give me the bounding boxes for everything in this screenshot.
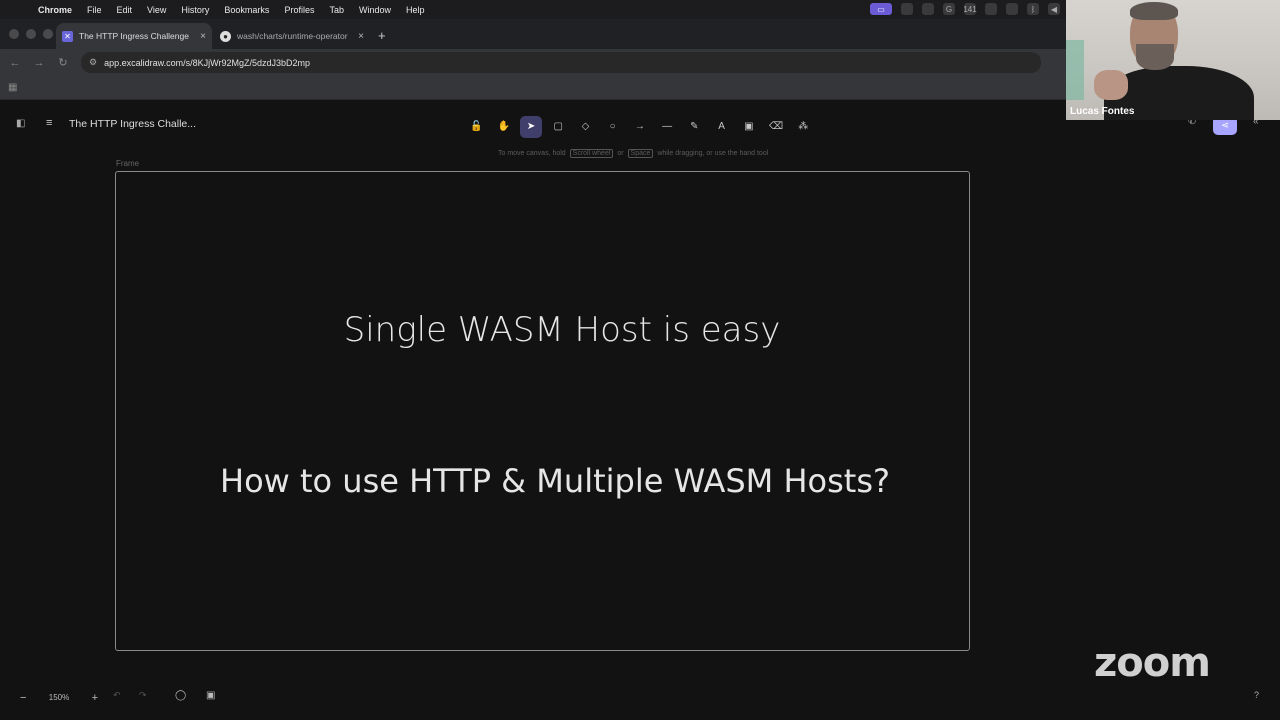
zoom-controls: − 150% +	[14, 688, 104, 707]
slide-frame[interactable]	[115, 171, 970, 651]
forward-icon[interactable]: →	[27, 57, 51, 69]
github-favicon-icon: ●	[220, 30, 231, 42]
maximize-window-button[interactable]	[43, 29, 53, 39]
browser-toolbar: ← → ↻ ⚙ app.excalidraw.com/s/8KJjWr92MgZ…	[0, 49, 1070, 76]
menu-profiles[interactable]: Profiles	[284, 5, 314, 15]
notification-count-badge: 141	[963, 3, 977, 15]
zoom-out-button[interactable]: −	[20, 692, 26, 704]
image-icon[interactable]: ▣	[738, 116, 760, 138]
new-tab-button[interactable]: +	[378, 28, 386, 43]
sidebar-toggle-icon[interactable]: ◧	[16, 118, 25, 129]
menu-chrome[interactable]: Chrome	[38, 5, 72, 15]
text-icon[interactable]: A	[711, 116, 733, 138]
hamburger-menu-icon[interactable]: ≡	[46, 117, 52, 129]
undo-icon[interactable]: ↶	[113, 690, 121, 701]
back-icon[interactable]: ←	[3, 57, 27, 69]
hint-text: To move canvas, hold	[498, 150, 566, 157]
tab-title: The HTTP Ingress Challenge	[79, 31, 189, 41]
status-icon[interactable]	[1006, 3, 1018, 15]
excalidraw-favicon-icon: ✕	[62, 30, 73, 42]
person-beard	[1136, 44, 1174, 70]
selection-icon[interactable]: ➤	[520, 115, 543, 138]
volume-icon[interactable]: ◀	[1048, 3, 1060, 15]
menu-view[interactable]: View	[147, 5, 166, 15]
menu-help[interactable]: Help	[406, 5, 425, 15]
menu-file[interactable]: File	[87, 5, 102, 15]
grammarly-icon[interactable]: G	[943, 3, 955, 15]
slide-text-heading[interactable]: Single WASM Host is easy	[0, 310, 1124, 350]
menu-history[interactable]: History	[181, 5, 209, 15]
tab-excalidraw[interactable]: ✕ The HTTP Ingress Challenge ×	[56, 23, 212, 49]
status-icon[interactable]	[985, 3, 997, 15]
site-info-icon[interactable]: ⚙	[89, 57, 97, 68]
close-tab-icon[interactable]: ×	[200, 31, 206, 42]
person-hand	[1094, 70, 1128, 100]
redo-icon[interactable]: ↷	[139, 690, 147, 701]
zoom-level[interactable]: 150%	[49, 693, 69, 702]
draw-icon[interactable]: ✎	[683, 116, 705, 138]
status-icon[interactable]	[922, 3, 934, 15]
close-tab-icon[interactable]: ×	[358, 31, 364, 42]
hint-text: or	[617, 150, 624, 157]
menu-window[interactable]: Window	[359, 5, 391, 15]
hint-text: while dragging, or use the hand tool	[657, 150, 769, 157]
document-title[interactable]: The HTTP Ingress Challe...	[69, 118, 196, 130]
hint-key: Scroll wheel	[569, 149, 614, 158]
presentation-icon[interactable]: ▣	[206, 690, 215, 701]
frame-label: Frame	[116, 159, 140, 168]
participant-name: Lucas Fontes	[1070, 106, 1135, 117]
eraser-icon[interactable]: ⌫	[765, 116, 787, 138]
zoom-in-button[interactable]: +	[92, 692, 98, 704]
background-plant	[1066, 40, 1084, 100]
menu-bookmarks[interactable]: Bookmarks	[224, 5, 269, 15]
menu-tab[interactable]: Tab	[329, 5, 344, 15]
canvas-hint: To move canvas, hold Scroll wheel or Spa…	[498, 149, 769, 158]
screen-share-icon[interactable]: ▭	[870, 3, 892, 15]
status-area: ▭ G 141 ᛒ ◀	[870, 3, 1060, 15]
address-bar[interactable]: ⚙ app.excalidraw.com/s/8KJjWr92MgZ/5dzdJ…	[81, 52, 1041, 73]
minimize-window-button[interactable]	[26, 29, 36, 39]
hint-key: Space	[627, 149, 654, 158]
reload-icon[interactable]: ↻	[51, 56, 75, 69]
line-icon[interactable]: —	[656, 116, 678, 138]
comment-icon[interactable]: ◯	[175, 690, 186, 701]
rectangle-icon[interactable]: ▢	[547, 116, 569, 138]
slide-text-question[interactable]: How to use HTTP & Multiple WASM Hosts?	[0, 462, 1110, 500]
diamond-icon[interactable]: ◇	[574, 116, 596, 138]
zoom-logo: zoom	[1094, 640, 1211, 686]
arrow-icon[interactable]: →	[629, 116, 651, 138]
ellipse-icon[interactable]: ○	[602, 116, 624, 138]
apps-grid-icon[interactable]: ▦	[8, 82, 17, 93]
person-hair	[1130, 2, 1178, 20]
library-icon[interactable]: ⁂	[792, 116, 814, 138]
help-icon[interactable]: ?	[1254, 690, 1259, 700]
status-icon[interactable]	[901, 3, 913, 15]
bookmarks-bar: ▦	[0, 76, 1070, 100]
url-text: app.excalidraw.com/s/8KJjWr92MgZ/5dzdJ3b…	[104, 57, 311, 68]
tab-strip: ✕ The HTTP Ingress Challenge × ● wash/ch…	[0, 19, 1070, 49]
tab-title: wash/charts/runtime-operator	[237, 31, 348, 41]
lock-icon[interactable]: 🔓	[466, 116, 488, 138]
close-window-button[interactable]	[9, 29, 19, 39]
bluetooth-icon[interactable]: ᛒ	[1027, 3, 1039, 15]
hand-icon[interactable]: ✋	[493, 116, 515, 138]
participant-video: Lucas Fontes	[1066, 0, 1280, 120]
tab-github[interactable]: ● wash/charts/runtime-operator ×	[214, 23, 370, 49]
menu-edit[interactable]: Edit	[117, 5, 133, 15]
window-controls	[9, 29, 53, 39]
shape-toolbar: 🔓 ✋ ➤ ▢ ◇ ○ → — ✎ A ▣ ⌫ ⁂	[457, 113, 823, 140]
